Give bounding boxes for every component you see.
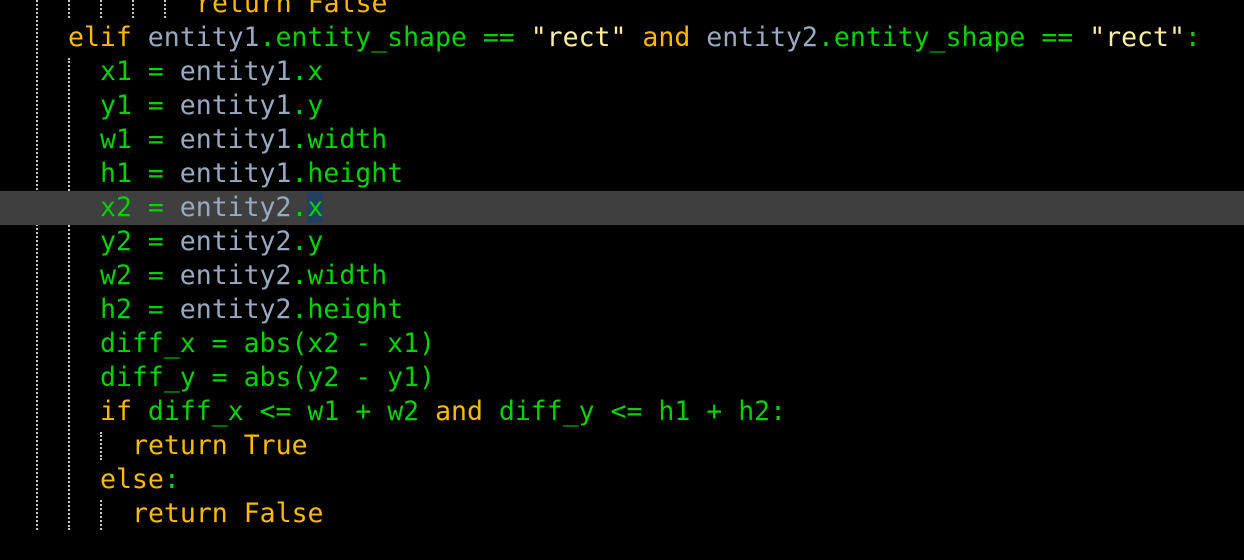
code-token: diff_x = abs(x2 - x1)	[100, 328, 436, 359]
code-token: x2 =	[100, 192, 180, 223]
code-line[interactable]: w1 = entity1.width	[0, 123, 1244, 157]
code-line[interactable]: return False	[0, 0, 1244, 21]
code-token: .x	[291, 56, 324, 87]
code-text: else:	[100, 463, 180, 497]
code-text: w1 = entity1.width	[100, 123, 387, 157]
code-editor[interactable]: return False elif entity1.entity_shape ==…	[0, 0, 1244, 560]
code-token: y1 =	[100, 90, 180, 121]
code-token: .width	[291, 260, 388, 291]
code-text: elif entity1.entity_shape == "rect" and …	[68, 21, 1201, 55]
code-line[interactable]: w2 = entity2.width	[0, 259, 1244, 293]
code-token: return	[132, 430, 228, 461]
code-token: .entity_shape ==	[817, 22, 1090, 53]
code-text: diff_y = abs(y2 - y1)	[100, 361, 435, 395]
code-token: entity2	[179, 260, 292, 291]
code-token: "rect"	[1089, 22, 1185, 53]
code-token: entity1	[179, 90, 292, 121]
code-text: return False	[132, 497, 323, 531]
code-text: return True	[132, 429, 308, 463]
code-token: .y	[291, 226, 324, 257]
code-token: y2 =	[100, 226, 180, 257]
code-line[interactable]: diff_y = abs(y2 - y1)	[0, 361, 1244, 395]
code-text: h2 = entity2.height	[100, 293, 403, 327]
code-token: :	[1184, 22, 1201, 53]
code-token: entity2	[706, 22, 818, 53]
code-text: y1 = entity1.y	[100, 89, 323, 123]
code-line[interactable]: y2 = entity2.y	[0, 225, 1244, 259]
code-line[interactable]: return True	[0, 429, 1244, 463]
code-token: diff_y = abs(y2 - y1)	[100, 362, 436, 393]
code-line[interactable]: y1 = entity1.y	[0, 89, 1244, 123]
code-token: else	[100, 464, 164, 495]
code-text: if diff_x <= w1 + w2 and diff_y <= h1 + …	[100, 395, 786, 429]
code-line[interactable]: diff_x = abs(x2 - x1)	[0, 327, 1244, 361]
code-token: .height	[291, 294, 404, 325]
code-line[interactable]: else:	[0, 463, 1244, 497]
code-line[interactable]: x1 = entity1.x	[0, 55, 1244, 89]
code-token: h2 =	[100, 294, 180, 325]
code-token: .y	[291, 90, 324, 121]
code-line[interactable]: return False	[0, 497, 1244, 531]
current-code-line[interactable]: x2 = entity2.x	[0, 191, 1244, 225]
code-token: return	[196, 0, 292, 19]
code-line[interactable]: elif entity1.entity_shape == "rect" and …	[0, 21, 1244, 55]
code-token: entity2	[179, 226, 292, 257]
code-token: and	[642, 22, 691, 53]
code-token: h1 =	[100, 158, 180, 189]
code-text: x1 = entity1.x	[100, 55, 323, 89]
code-text: x2 = entity2.x	[100, 191, 324, 225]
code-token: if	[100, 396, 132, 427]
code-token: entity1	[179, 56, 292, 87]
code-token: x1 =	[100, 56, 180, 87]
code-token: .width	[291, 124, 388, 155]
code-line[interactable]: h1 = entity1.height	[0, 157, 1244, 191]
code-text: return False	[196, 0, 387, 21]
code-token: entity2	[179, 294, 292, 325]
code-line[interactable]: h2 = entity2.height	[0, 293, 1244, 327]
code-token: entity2	[179, 192, 292, 223]
code-token: "rect"	[530, 22, 627, 53]
code-token: True	[243, 430, 308, 461]
code-token: False	[243, 498, 324, 529]
code-token: diff_y <= h1 + h2:	[482, 396, 787, 427]
code-token: w1 =	[100, 124, 180, 155]
code-token: .height	[291, 158, 404, 189]
code-token: entity1	[179, 158, 292, 189]
code-token: .entity_shape ==	[259, 22, 531, 53]
code-text: y2 = entity2.y	[100, 225, 323, 259]
code-text: w2 = entity2.width	[100, 259, 387, 293]
code-token: :	[163, 464, 180, 495]
code-token: w2 =	[100, 260, 180, 291]
code-token: False	[307, 0, 388, 19]
text-cursor: x	[307, 192, 324, 223]
code-token: return	[132, 498, 228, 529]
code-line[interactable]: if diff_x <= w1 + w2 and diff_y <= h1 + …	[0, 395, 1244, 429]
code-token: diff_x <= w1 + w2	[131, 396, 436, 427]
code-token: elif	[68, 22, 132, 53]
code-token: .	[291, 192, 308, 223]
code-text: diff_x = abs(x2 - x1)	[100, 327, 435, 361]
code-token: and	[435, 396, 483, 427]
code-token: entity1	[179, 124, 292, 155]
code-text: h1 = entity1.height	[100, 157, 403, 191]
code-token: entity1	[147, 22, 260, 53]
